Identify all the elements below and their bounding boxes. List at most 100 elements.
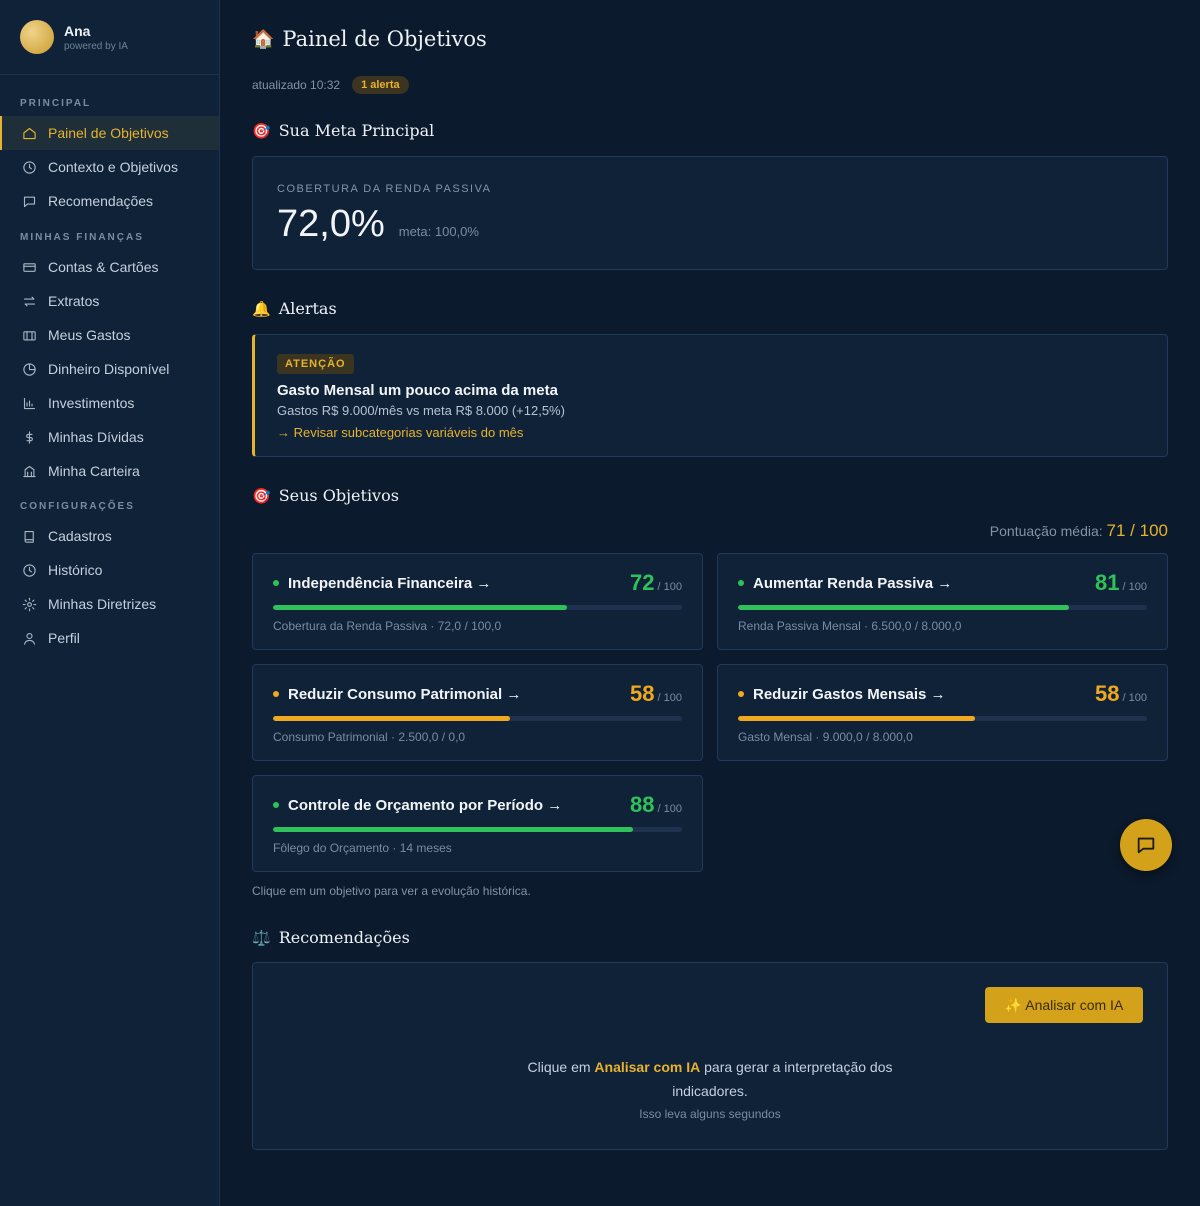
target-emoji-icon: 🎯 [252, 486, 271, 505]
objective-header: Aumentar Renda Passiva → 81/ 100 [738, 570, 1147, 596]
bank-icon [20, 462, 38, 480]
sidebar-item-extratos[interactable]: Extratos [0, 284, 219, 318]
objective-title-text: Independência Financeira → [288, 574, 492, 592]
alert-card: ATENÇÃO Gasto Mensal um pouco acima da m… [252, 334, 1168, 457]
objective-score-value: 81 [1095, 570, 1120, 595]
status-dot-icon [273, 691, 279, 697]
status-dot-icon [738, 580, 744, 586]
sidebar-item-label: Dinheiro Disponível [48, 361, 170, 377]
sidebar-item-minhas-diretrizes[interactable]: Minhas Diretrizes [0, 587, 219, 621]
recommendations-text-before: Clique em [527, 1059, 595, 1075]
objective-card[interactable]: Reduzir Consumo Patrimonial → 58/ 100 Co… [252, 664, 703, 761]
sidebar-item-label: Minhas Diretrizes [48, 596, 157, 612]
status-dot-icon [738, 691, 744, 697]
status-dot-icon [273, 802, 279, 808]
recommendations-text-highlight: Analisar com IA [594, 1059, 701, 1075]
alert-count-badge[interactable]: 1 alerta [352, 76, 409, 94]
objective-progress-fill [738, 716, 976, 721]
sidebar-section: MINHAS FINANÇAS Contas & Cartões Extratos M… [0, 232, 219, 488]
recommendations-text-wrap: Clique em Analisar com IA para gerar a i… [520, 1055, 900, 1103]
sidebar-item-dinheiro-disponivel[interactable]: Dinheiro Disponível [0, 352, 219, 386]
objective-header: Independência Financeira → 72/ 100 [273, 570, 682, 596]
sidebar-item-historico[interactable]: Histórico [0, 553, 219, 587]
objective-score-max: / 100 [657, 581, 682, 593]
objective-progress-fill [738, 605, 1070, 610]
recommendations-text: Clique em Analisar com IA para gerar a i… [253, 1055, 1167, 1103]
objective-card[interactable]: Controle de Orçamento por Período → 88/ … [252, 775, 703, 872]
objective-title: Controle de Orçamento por Período → [273, 797, 562, 814]
objective-title-text: Aumentar Renda Passiva → [753, 574, 953, 592]
sidebar-item-perfil[interactable]: Perfil [0, 621, 219, 655]
objective-score-value: 58 [630, 681, 655, 706]
objective-progress-track [273, 605, 682, 610]
objective-subtitle: Cobertura da Renda Passiva · 72,0 / 100,… [273, 619, 502, 633]
sidebar-item-contexto-e-objetivos[interactable]: Contexto e Objetivos [0, 150, 219, 184]
sidebar-section: PRINCIPAL Painel de Objetivos Contexto e O… [0, 98, 219, 218]
objective-progress-track [273, 827, 682, 832]
sidebar-section-label: PRINCIPAL [20, 98, 92, 109]
sidebar-item-label: Extratos [48, 293, 100, 309]
objective-header: Controle de Orçamento por Período → 88/ … [273, 792, 682, 818]
objective-title-text: Reduzir Consumo Patrimonial → [288, 685, 522, 703]
objective-score-max: / 100 [1122, 581, 1147, 593]
objective-title: Aumentar Renda Passiva → [738, 575, 952, 592]
sidebar-item-meus-gastos[interactable]: Meus Gastos [0, 318, 219, 352]
objective-score-value: 88 [630, 792, 655, 817]
sidebar-item-contas-cartoes[interactable]: Contas & Cartões [0, 250, 219, 284]
objective-progress-fill [273, 605, 568, 610]
objective-subtitle: Renda Passiva Mensal · 6.500,0 / 8.000,0 [738, 619, 962, 633]
sidebar-item-minha-carteira[interactable]: Minha Carteira [0, 454, 219, 488]
user-icon [20, 629, 38, 647]
recommendations-heading-text: Recomendações [278, 928, 410, 947]
sidebar-section-label: CONFIGURAÇÕES [20, 501, 135, 512]
sidebar-item-label: Histórico [48, 562, 103, 578]
sidebar-item-label: Investimentos [48, 395, 135, 411]
objective-header: Reduzir Gastos Mensais → 58/ 100 [738, 681, 1147, 707]
average-score-label: Pontuação média: [989, 523, 1103, 539]
main-goal-heading: 🎯 Sua Meta Principal [252, 121, 434, 140]
profile-header[interactable]: Ana powered by IA [0, 0, 219, 75]
main-goal-values: 72,0% meta: 100,0% [277, 203, 479, 246]
home-icon [20, 124, 38, 142]
alert-title: Gasto Mensal um pouco acima da meta [277, 382, 558, 399]
objective-progress-track [738, 716, 1147, 721]
objective-score-max: / 100 [657, 692, 682, 704]
objective-score: 72/ 100 [630, 570, 682, 596]
main-goal-label: COBERTURA DA RENDA PASSIVA [277, 183, 492, 195]
sidebar-item-label: Minha Carteira [48, 463, 140, 479]
sidebar-item-painel-de-objetivos[interactable]: Painel de Objetivos [0, 116, 219, 150]
objectives-hint: Clique em um objetivo para ver a evoluçã… [252, 884, 531, 898]
objective-title: Independência Financeira → [273, 575, 491, 592]
sidebar-section: CONFIGURAÇÕES Cadastros Histórico Minhas Di… [0, 501, 219, 655]
chat-fab-button[interactable] [1120, 819, 1172, 871]
page-title: 🏠 Painel de Objetivos [252, 27, 487, 51]
sidebar-item-minhas-dividas[interactable]: Minhas Dívidas [0, 420, 219, 454]
main-goal-value: 72,0% [277, 203, 385, 245]
sidebar-item-recomendacoes[interactable]: Recomendações [0, 184, 219, 218]
analyze-ai-button[interactable]: ✨ Analisar com IA [985, 987, 1143, 1023]
objective-score-max: / 100 [657, 803, 682, 815]
sidebar-item-label: Contexto e Objetivos [48, 159, 178, 175]
objective-score-value: 72 [630, 570, 655, 595]
alert-action-link[interactable]: → Revisar subcategorias variáveis do mês [277, 425, 523, 440]
page-title-text: Painel de Objetivos [282, 27, 487, 51]
objectives-heading: 🎯 Seus Objetivos [252, 486, 399, 505]
status-dot-icon [273, 580, 279, 586]
alerts-heading: 🔔 Alertas [252, 299, 337, 318]
objective-header: Reduzir Consumo Patrimonial → 58/ 100 [273, 681, 682, 707]
wallet-icon [20, 326, 38, 344]
objective-title: Reduzir Consumo Patrimonial → [273, 686, 521, 703]
objective-score: 58/ 100 [630, 681, 682, 707]
sidebar-item-investimentos[interactable]: Investimentos [0, 386, 219, 420]
objective-card[interactable]: Aumentar Renda Passiva → 81/ 100 Renda P… [717, 553, 1168, 650]
alert-description: Gastos R$ 9.000/mês vs meta R$ 8.000 (+1… [277, 403, 565, 418]
updated-time: atualizado 10:32 [252, 78, 341, 92]
objective-subtitle: Consumo Patrimonial · 2.500,0 / 0,0 [273, 730, 466, 744]
objective-progress-track [738, 605, 1147, 610]
transfer-icon [20, 292, 38, 310]
profile-name: Ana [64, 22, 91, 39]
objective-card[interactable]: Reduzir Gastos Mensais → 58/ 100 Gasto M… [717, 664, 1168, 761]
objective-score: 88/ 100 [630, 792, 682, 818]
sidebar-item-cadastros[interactable]: Cadastros [0, 519, 219, 553]
objective-card[interactable]: Independência Financeira → 72/ 100 Cober… [252, 553, 703, 650]
